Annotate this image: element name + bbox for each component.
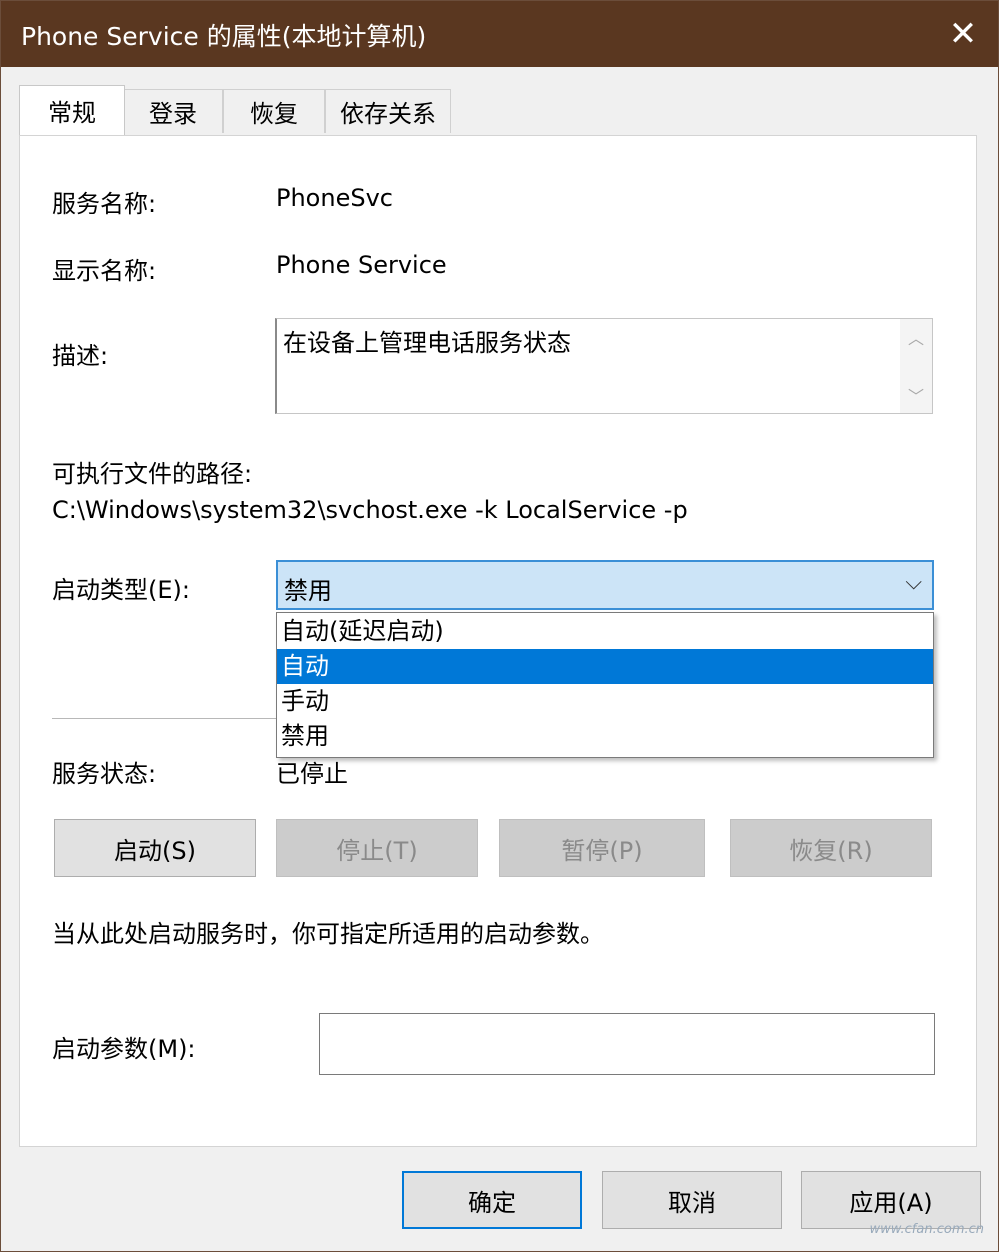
start-params-input[interactable] xyxy=(319,1013,935,1075)
option-auto-delayed[interactable]: 自动(延迟启动) xyxy=(277,614,933,649)
start-params-hint: 当从此处启动服务时，你可指定所适用的启动参数。 xyxy=(52,920,604,948)
service-properties-dialog: Phone Service 的属性(本地计算机) ✕ 常规 登录 恢复 依存关系… xyxy=(0,0,999,1252)
scroll-up-icon[interactable]: ︿ xyxy=(900,323,932,351)
chevron-down-icon: ⌵ xyxy=(905,570,922,595)
service-name-label: 服务名称: xyxy=(52,190,157,218)
startup-type-combobox[interactable]: 禁用 ⌵ xyxy=(276,560,934,610)
start-params-label: 启动参数(M): xyxy=(52,1035,196,1063)
service-status-value: 已停止 xyxy=(276,760,348,788)
description-text: 在设备上管理电话服务状态 xyxy=(283,329,571,357)
option-manual[interactable]: 手动 xyxy=(277,684,933,719)
apply-button[interactable]: 应用(A) xyxy=(801,1171,981,1229)
tab-recovery[interactable]: 恢复 xyxy=(223,89,325,133)
cancel-button[interactable]: 取消 xyxy=(602,1171,782,1229)
path-label: 可执行文件的路径: xyxy=(52,460,253,488)
start-button[interactable]: 启动(S) xyxy=(54,819,256,877)
startup-type-label: 启动类型(E): xyxy=(52,576,190,604)
service-name-value: PhoneSvc xyxy=(276,184,393,212)
close-button[interactable]: ✕ xyxy=(928,1,998,67)
site-watermark: www.cfan.com.cn xyxy=(869,1222,984,1237)
resume-button[interactable]: 恢复(R) xyxy=(730,819,932,877)
startup-type-dropdown: 自动(延迟启动) 自动 手动 禁用 xyxy=(276,612,934,758)
stop-button[interactable]: 停止(T) xyxy=(276,819,478,877)
tab-general[interactable]: 常规 xyxy=(19,85,125,135)
description-label: 描述: xyxy=(52,342,109,370)
option-disabled[interactable]: 禁用 xyxy=(277,719,933,754)
display-name-value: Phone Service xyxy=(276,251,447,279)
general-tab-panel: 服务名称: PhoneSvc 显示名称: Phone Service 描述: 在… xyxy=(19,135,977,1147)
startup-type-value: 禁用 xyxy=(284,577,332,605)
tab-logon[interactable]: 登录 xyxy=(123,89,223,133)
option-auto[interactable]: 自动 xyxy=(277,649,933,684)
tab-dependencies[interactable]: 依存关系 xyxy=(325,89,451,133)
scroll-down-icon[interactable]: ﹀ xyxy=(900,381,932,409)
path-value: C:\Windows\system32\svchost.exe -k Local… xyxy=(52,496,688,524)
description-scrollbar[interactable]: ︿ ﹀ xyxy=(900,319,932,413)
service-status-label: 服务状态: xyxy=(52,760,157,788)
display-name-label: 显示名称: xyxy=(52,257,157,285)
close-icon: ✕ xyxy=(948,14,978,54)
ok-button[interactable]: 确定 xyxy=(402,1171,582,1229)
description-box[interactable]: 在设备上管理电话服务状态 ︿ ﹀ xyxy=(275,318,933,414)
pause-button[interactable]: 暂停(P) xyxy=(499,819,705,877)
title-bar[interactable]: Phone Service 的属性(本地计算机) ✕ xyxy=(1,1,998,67)
window-title: Phone Service 的属性(本地计算机) xyxy=(21,22,427,51)
